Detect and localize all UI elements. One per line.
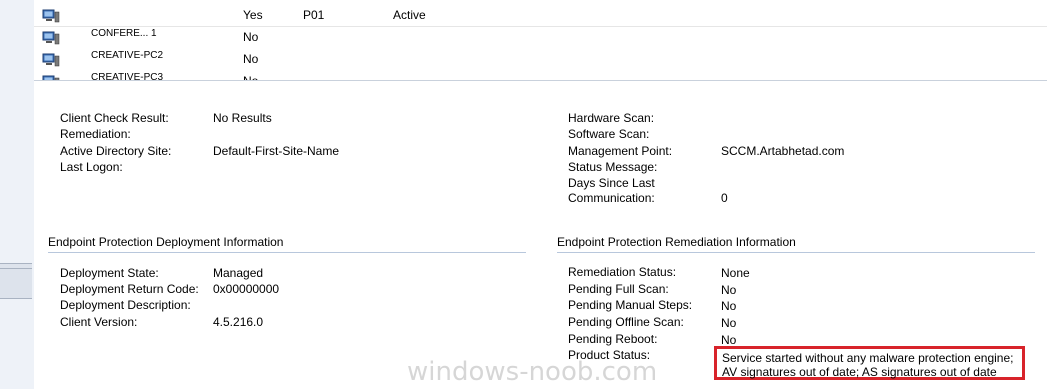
table-row[interactable]: CREATIVE-PC3 No: [34, 70, 1047, 81]
section-divider: [48, 252, 526, 253]
computer-icon: [42, 31, 60, 45]
product-status-value-line1: Service started without any malware prot…: [722, 351, 1014, 365]
detail-label: Hardware Scan:: [568, 111, 655, 125]
detail-label: Deployment Description:: [60, 298, 191, 312]
detail-label: Last Logon:: [60, 160, 123, 174]
detail-label: Communication:: [568, 191, 655, 205]
computer-icon: [42, 9, 60, 23]
detail-value: None: [721, 266, 750, 280]
section-divider: [557, 252, 1035, 253]
device-client: No: [243, 74, 259, 81]
detail-value: No: [721, 333, 737, 347]
detail-label: Pending Full Scan:: [568, 282, 669, 296]
deployment-section-title: Endpoint Protection Deployment Informati…: [48, 235, 284, 249]
computer-icon: [42, 53, 60, 67]
device-details-pane: Client Check Result: No Results Remediat…: [34, 81, 1047, 389]
detail-label: Deployment State:: [60, 266, 159, 280]
table-row[interactable]: Yes P01 Active: [34, 4, 1047, 27]
device-status: Active: [393, 8, 426, 22]
device-name: CREATIVE-PC2: [91, 50, 164, 61]
watermark: windows-noob.com: [407, 357, 658, 387]
detail-label: Status Message:: [568, 160, 658, 174]
detail-label: Remediation Status:: [568, 265, 677, 279]
detail-value: Default-First-Site-Name: [213, 144, 340, 158]
detail-label: Pending Offline Scan:: [568, 315, 684, 329]
device-name: CREATIVE-PC3: [91, 72, 164, 81]
management-point-value: SCCM.Artabhetad.com: [721, 144, 845, 158]
device-client: No: [243, 30, 259, 44]
detail-value: 0x00000000: [213, 282, 280, 296]
detail-label: Client Version:: [60, 315, 138, 329]
detail-value: No: [721, 299, 737, 313]
detail-label: Pending Reboot:: [568, 332, 658, 346]
detail-label: Pending Manual Steps:: [568, 298, 693, 312]
detail-value: Managed: [213, 266, 264, 280]
detail-value: No: [721, 283, 737, 297]
table-row[interactable]: CREATIVE-PC2 No: [34, 48, 1047, 70]
device-site: P01: [303, 8, 325, 22]
detail-value: 0: [721, 191, 728, 205]
detail-label: Remediation:: [60, 127, 131, 141]
detail-label: Days Since Last: [568, 176, 655, 190]
detail-label: Software Scan:: [568, 127, 650, 141]
detail-value: No: [721, 316, 737, 330]
remediation-section-title: Endpoint Protection Remediation Informat…: [557, 235, 796, 249]
detail-label: Deployment Return Code:: [60, 282, 199, 296]
device-list: Yes P01 Active CONFERE... 1 No CREATIVE-…: [34, 0, 1047, 81]
device-name: CONFERE... 1: [91, 28, 157, 39]
pane-splitter-line: [0, 268, 32, 269]
product-status-value-line2: AV signatures out of date; AS signatures…: [722, 365, 997, 379]
detail-value: 4.5.216.0: [213, 315, 264, 329]
detail-label: Client Check Result:: [60, 111, 169, 125]
device-client: Yes: [243, 8, 263, 22]
detail-label: Management Point:: [568, 144, 673, 158]
detail-value: No Results: [213, 111, 272, 125]
left-pane-edge: [0, 0, 35, 389]
table-row[interactable]: CONFERE... 1 No: [34, 26, 1047, 48]
device-client: No: [243, 52, 259, 66]
detail-label: Active Directory Site:: [60, 144, 172, 158]
